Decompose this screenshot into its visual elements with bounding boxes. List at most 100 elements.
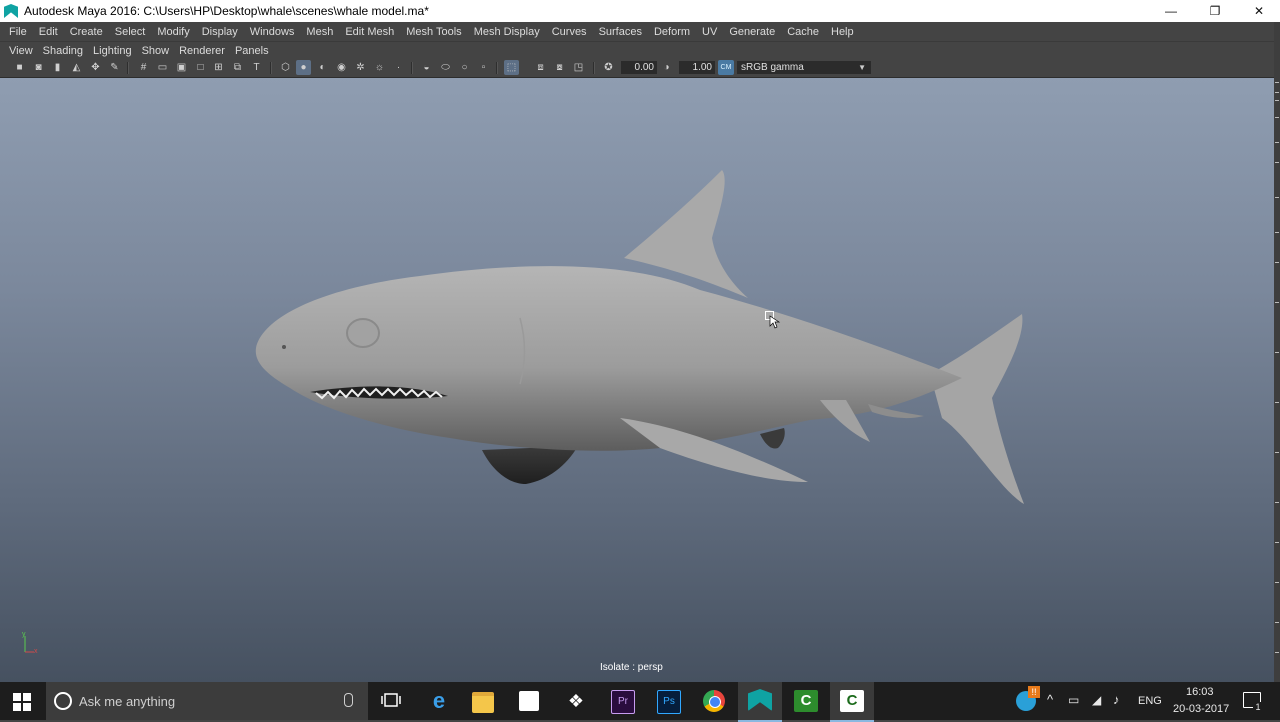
file-explorer-icon[interactable] (472, 692, 494, 713)
main-menu-bar: File Edit Create Select Modify Display W… (0, 22, 1280, 41)
backface-culling-icon[interactable]: ◳ (573, 62, 584, 73)
menu-curves[interactable]: Curves (546, 26, 593, 38)
film-gate-icon[interactable]: ▭ (157, 62, 168, 73)
language-indicator[interactable]: ENG (1138, 695, 1162, 707)
task-view-icon[interactable] (381, 693, 401, 709)
shark-model[interactable] (0, 78, 1274, 682)
exposure-field[interactable]: 0.00 (621, 61, 657, 74)
use-all-lights-icon[interactable]: ✲ (355, 62, 366, 73)
menu-surfaces[interactable]: Surfaces (593, 26, 648, 38)
window-title: Autodesk Maya 2016: C:\Users\HP\Desktop\… (24, 4, 429, 18)
view-transform-dropdown[interactable]: sRGB gamma ▼ (737, 61, 871, 74)
menu-deform[interactable]: Deform (648, 26, 696, 38)
windows-start-icon[interactable] (13, 693, 31, 711)
tail-fin (930, 314, 1024, 504)
panel-menu-renderer[interactable]: Renderer (174, 45, 230, 57)
camera-attributes-icon[interactable]: ◙ (33, 62, 44, 73)
minimize-icon: — (1165, 4, 1177, 18)
resolution-gate-icon[interactable]: ▣ (176, 62, 187, 73)
network-icon[interactable]: ◢ (1092, 693, 1101, 707)
cortana-search-box[interactable]: Ask me anything (46, 682, 368, 720)
menu-file[interactable]: File (0, 26, 33, 38)
depth-of-field-icon[interactable]: ○ (459, 62, 470, 73)
menu-edit-mesh[interactable]: Edit Mesh (339, 26, 400, 38)
menu-mesh-tools[interactable]: Mesh Tools (400, 26, 467, 38)
gamma-field[interactable]: 1.00 (679, 61, 715, 74)
close-button[interactable]: ✕ (1237, 0, 1280, 22)
shark-nostril (282, 345, 286, 349)
exposure-icon[interactable]: ✪ (603, 62, 614, 73)
panel-menu-panels[interactable]: Panels (230, 45, 274, 57)
restore-icon: ❐ (1209, 4, 1221, 18)
alert-badge-icon: !! (1028, 686, 1040, 698)
shadows-icon[interactable]: ☼ (374, 62, 385, 73)
menu-help[interactable]: Help (825, 26, 860, 38)
photoshop-icon[interactable]: Ps (657, 690, 681, 714)
menu-mesh[interactable]: Mesh (300, 26, 339, 38)
smooth-shade-icon[interactable]: ● (298, 62, 309, 73)
show-hidden-icons-icon[interactable]: ^ (1047, 692, 1053, 707)
panel-toolbar: ■ ◙ ▮ ◭ ✥ ✎ # ▭ ▣ □ ⊞ ⧉ T ⬡ ● ◐ ◉ ✲ ☼ · … (0, 58, 1274, 78)
field-chart-icon[interactable]: ⊞ (213, 62, 224, 73)
menu-modify[interactable]: Modify (151, 26, 195, 38)
wireframe-icon[interactable]: ⬡ (280, 62, 291, 73)
panel-menu-shading[interactable]: Shading (38, 45, 88, 57)
grease-pencil-icon[interactable]: ✎ (109, 62, 120, 73)
textured-icon[interactable]: ◉ (336, 62, 347, 73)
menu-cache[interactable]: Cache (781, 26, 825, 38)
battery-icon[interactable]: ▭ (1068, 693, 1079, 707)
shark-eye (346, 318, 380, 348)
gamma-icon[interactable]: ◑ (661, 62, 672, 73)
menu-windows[interactable]: Windows (244, 26, 301, 38)
minimize-button[interactable]: — (1149, 0, 1193, 22)
panel-menu-view[interactable]: View (0, 45, 38, 57)
color-management-toggle[interactable]: CM (718, 60, 734, 75)
menu-generate[interactable]: Generate (723, 26, 781, 38)
axis-y-label: y (22, 631, 26, 638)
store-icon[interactable] (519, 691, 539, 711)
two-d-pan-zoom-icon[interactable]: ✥ (90, 62, 101, 73)
menu-select[interactable]: Select (109, 26, 152, 38)
menu-edit[interactable]: Edit (33, 26, 64, 38)
view-axis-icon (24, 636, 34, 653)
safe-action-icon[interactable]: ⧉ (232, 62, 243, 73)
clock-time[interactable]: 16:03 (1186, 686, 1214, 698)
select-camera-icon[interactable]: ■ (14, 62, 25, 73)
safe-title-icon[interactable]: T (251, 62, 262, 73)
wireframe-on-shaded-icon[interactable]: ◐ (317, 62, 328, 73)
edge-icon[interactable]: e (428, 690, 450, 712)
motion-blur-icon[interactable]: ◒ (421, 62, 432, 73)
pelvic-fin (482, 446, 578, 484)
camtasia-studio-icon[interactable]: C (840, 690, 864, 712)
notification-count: 1 (1253, 702, 1263, 712)
maximize-button[interactable]: ❐ (1193, 0, 1237, 22)
camera-label: Isolate : persp (600, 662, 663, 673)
menu-uv[interactable]: UV (696, 26, 723, 38)
menu-create[interactable]: Create (64, 26, 109, 38)
x-ray-icon[interactable]: ▫ (478, 62, 489, 73)
isolate-select-icon[interactable]: ⬚ (506, 62, 517, 73)
microphone-icon[interactable] (344, 693, 353, 707)
multisample-aa-icon[interactable]: ⬭ (440, 62, 451, 73)
clock-date[interactable]: 20-03-2017 (1173, 703, 1229, 715)
volume-icon[interactable]: ♪ (1113, 692, 1120, 707)
x-ray-joints-icon[interactable]: ⧈ (535, 62, 546, 73)
perspective-viewport[interactable]: y x Isolate : persp (0, 78, 1274, 682)
cortana-icon (54, 692, 72, 710)
close-icon: ✕ (1253, 4, 1265, 18)
panel-menu-lighting[interactable]: Lighting (88, 45, 137, 57)
image-plane-icon[interactable]: ◭ (71, 62, 82, 73)
dropbox-icon[interactable]: ❖ (564, 690, 588, 712)
camtasia-recorder-icon[interactable]: C (794, 690, 818, 712)
screen-space-ao-icon[interactable]: · (393, 62, 404, 73)
premiere-icon[interactable]: Pr (611, 690, 635, 714)
menu-display[interactable]: Display (196, 26, 244, 38)
bookmark-icon[interactable]: ▮ (52, 62, 63, 73)
chrome-icon[interactable] (703, 690, 725, 712)
grid-icon[interactable]: # (138, 62, 149, 73)
x-ray-components-icon[interactable]: ⧇ (554, 62, 565, 73)
right-edge-strip (1274, 22, 1280, 682)
menu-mesh-display[interactable]: Mesh Display (468, 26, 546, 38)
panel-menu-show[interactable]: Show (137, 45, 175, 57)
gate-mask-icon[interactable]: □ (195, 62, 206, 73)
